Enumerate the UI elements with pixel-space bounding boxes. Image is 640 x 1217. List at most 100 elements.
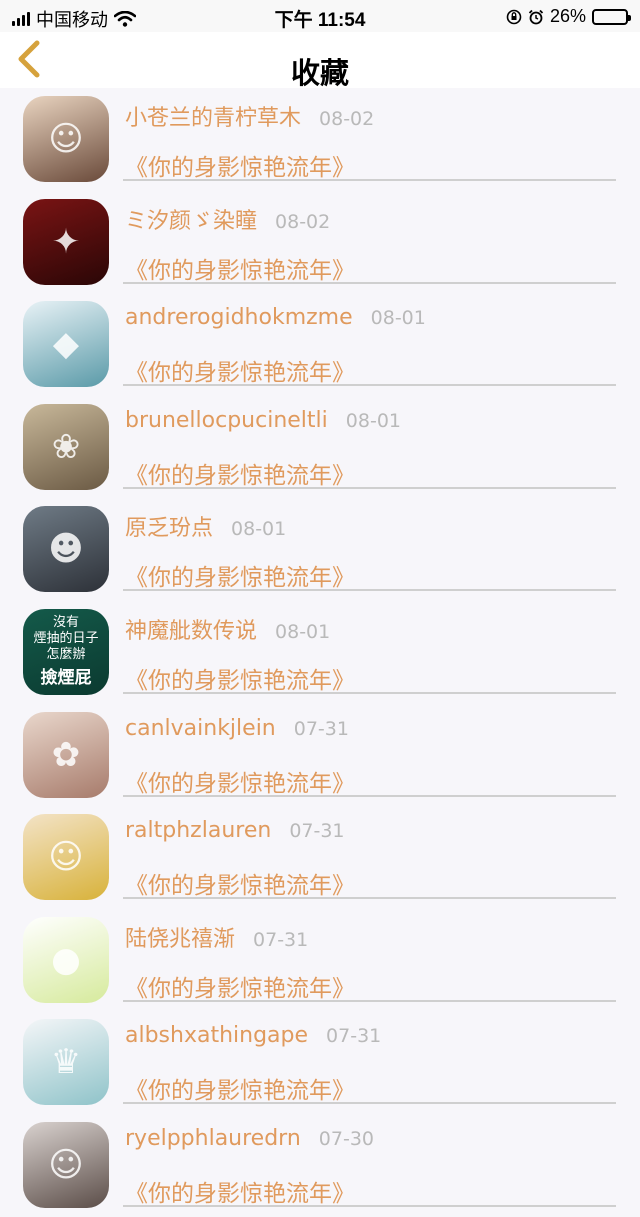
divider	[123, 1204, 616, 1207]
divider	[123, 794, 616, 797]
avatar[interactable]: ☺	[23, 96, 109, 182]
avatar-text: 怎麼辦	[46, 647, 86, 663]
work-title-link[interactable]: 《你的身影惊艳流年》	[125, 661, 355, 695]
username[interactable]: 陆侥兆禧渐 07-31	[125, 921, 308, 953]
avatar[interactable]: ●	[23, 916, 109, 1003]
list-item[interactable]: ☺ ryelpphlauredrn 07-30 《你的身影惊艳流年》	[0, 1114, 640, 1217]
divider	[123, 281, 616, 284]
avatar[interactable]: ☺	[23, 814, 109, 901]
avatar[interactable]: ❀	[23, 403, 109, 490]
avatar-image-icon: ●	[51, 939, 81, 980]
username-text: 神魔舭数传说	[125, 618, 258, 644]
username-text: raltphzlauren	[125, 818, 272, 844]
avatar[interactable]: ✿	[23, 711, 109, 798]
username[interactable]: brunellocpucineltli 08-01	[125, 408, 401, 433]
battery-percent: 26%	[549, 6, 586, 26]
work-title-link[interactable]: 《你的身影惊艳流年》	[125, 1174, 355, 1208]
date-label: 07-31	[293, 717, 349, 740]
divider	[123, 589, 616, 592]
username[interactable]: ミ汐颜ゞ染瞳 08-02	[125, 203, 330, 235]
list-item[interactable]: ♛ albshxathingape 07-31 《你的身影惊艳流年》	[0, 1011, 640, 1114]
list-item[interactable]: ☺ raltphzlauren 07-31 《你的身影惊艳流年》	[0, 806, 640, 909]
avatar-image-icon: ✿	[51, 734, 81, 775]
username-text: canlvainkjlein	[125, 715, 276, 741]
date-label: 08-01	[275, 620, 331, 643]
avatar-image-icon: ✦	[51, 221, 81, 262]
avatar[interactable]: ☻	[23, 506, 109, 593]
work-title-link[interactable]: 《你的身影惊艳流年》	[125, 969, 355, 1003]
username-text: brunellocpucineltli	[125, 407, 328, 433]
date-label: 07-31	[289, 820, 345, 843]
list-item[interactable]: ❀ brunellocpucineltli 08-01 《你的身影惊艳流年》	[0, 396, 640, 499]
list-item[interactable]: ☺ 小苍兰的青柠草木 08-02 《你的身影惊艳流年》	[0, 88, 640, 191]
date-label: 07-30	[318, 1127, 375, 1150]
username[interactable]: canlvainkjlein 07-31	[125, 716, 349, 741]
work-title-link[interactable]: 《你的身影惊艳流年》	[125, 558, 355, 592]
list-item[interactable]: ☻ 原乏玢点 08-01 《你的身影惊艳流年》	[0, 498, 640, 601]
avatar-text: 撿煙屁	[40, 667, 92, 688]
list-item[interactable]: ● 陆侥兆禧渐 07-31 《你的身影惊艳流年》	[0, 909, 640, 1012]
username[interactable]: andrerogidhokmzme 08-01	[125, 305, 426, 330]
work-title-link[interactable]: 《你的身影惊艳流年》	[125, 456, 355, 490]
avatar-text: 煙抽的日子	[33, 631, 99, 647]
avatar-image-icon: ☺	[48, 837, 84, 878]
avatar[interactable]: ✦	[23, 198, 109, 285]
username-text: andrerogidhokmzme	[125, 305, 353, 331]
list-item[interactable]: ✿ canlvainkjlein 07-31 《你的身影惊艳流年》	[0, 704, 640, 807]
list-item[interactable]: 沒有 煙抽的日子 怎麼辦 撿煙屁 神魔舭数传说 08-01 《你的身影惊艳流年》	[0, 601, 640, 704]
divider	[123, 897, 616, 900]
username[interactable]: 原乏玢点 08-01	[125, 510, 286, 542]
date-label: 08-02	[275, 210, 331, 233]
nav-bar: 收藏	[0, 32, 640, 90]
divider	[123, 691, 616, 694]
date-label: 08-01	[370, 307, 426, 330]
username[interactable]: raltphzlauren 07-31	[125, 818, 345, 843]
work-title-link[interactable]: 《你的身影惊艳流年》	[125, 1071, 355, 1105]
divider	[123, 486, 616, 489]
alarm-icon	[528, 9, 544, 24]
work-title-link[interactable]: 《你的身影惊艳流年》	[125, 251, 355, 285]
list-item[interactable]: ◆ andrerogidhokmzme 08-01 《你的身影惊艳流年》	[0, 293, 640, 396]
username[interactable]: 神魔舭数传说 08-01	[125, 613, 330, 645]
avatar-image-icon: ☻	[48, 529, 84, 570]
date-label: 08-01	[231, 518, 287, 541]
avatar-image-icon: ☺	[48, 119, 84, 159]
divider	[123, 179, 616, 181]
avatar-image-icon: ◆	[52, 324, 80, 365]
avatar[interactable]: 沒有 煙抽的日子 怎麼辦撿煙屁	[23, 608, 109, 695]
divider	[123, 384, 616, 387]
username[interactable]: ryelpphlauredrn 07-30	[125, 1126, 374, 1151]
username-text: 原乏玢点	[125, 516, 214, 542]
avatar-image-icon: ♛	[50, 1042, 82, 1083]
work-title-link[interactable]: 《你的身影惊艳流年》	[125, 148, 355, 182]
avatar-image-icon: 沒有 煙抽的日子 怎麼辦撿煙屁	[23, 609, 109, 695]
date-label: 07-31	[326, 1025, 382, 1048]
username-text: ミ汐颜ゞ染瞳	[125, 208, 258, 234]
divider	[123, 999, 616, 1002]
username-text: 陆侥兆禧渐	[125, 926, 236, 952]
orientation-lock-icon	[506, 9, 522, 24]
date-label: 08-02	[319, 108, 375, 130]
avatar[interactable]: ☺	[23, 1121, 109, 1208]
date-label: 08-01	[345, 409, 401, 432]
username-text: ryelpphlauredrn	[125, 1125, 301, 1151]
work-title-link[interactable]: 《你的身影惊艳流年》	[125, 353, 355, 387]
avatar-image-icon: ☺	[48, 1144, 84, 1185]
divider	[123, 1102, 616, 1105]
username-text: albshxathingape	[125, 1023, 309, 1049]
favorites-list: ☺ 小苍兰的青柠草木 08-02 《你的身影惊艳流年》 ✦ ミ汐颜ゞ染瞳 08-02 《你的身…	[0, 88, 640, 1217]
page-title: 收藏	[290, 56, 349, 90]
username[interactable]: albshxathingape 07-31	[125, 1023, 381, 1048]
work-title-link[interactable]: 《你的身影惊艳流年》	[125, 764, 355, 798]
username-text: 小苍兰的青柠草木	[125, 106, 302, 131]
battery-icon	[592, 8, 631, 25]
work-title-link[interactable]: 《你的身影惊艳流年》	[125, 866, 355, 900]
avatar-text: 沒有	[52, 614, 79, 630]
status-bar: 中国移动 下午 11:54 26%	[0, 0, 640, 32]
list-item[interactable]: ✦ ミ汐颜ゞ染瞳 08-02 《你的身影惊艳流年》	[0, 191, 640, 294]
username[interactable]: 小苍兰的青柠草木 08-02	[125, 100, 374, 132]
date-label: 07-31	[253, 928, 309, 951]
avatar[interactable]: ♛	[23, 1019, 109, 1106]
avatar[interactable]: ◆	[23, 301, 109, 388]
avatar-image-icon: ❀	[51, 426, 81, 467]
